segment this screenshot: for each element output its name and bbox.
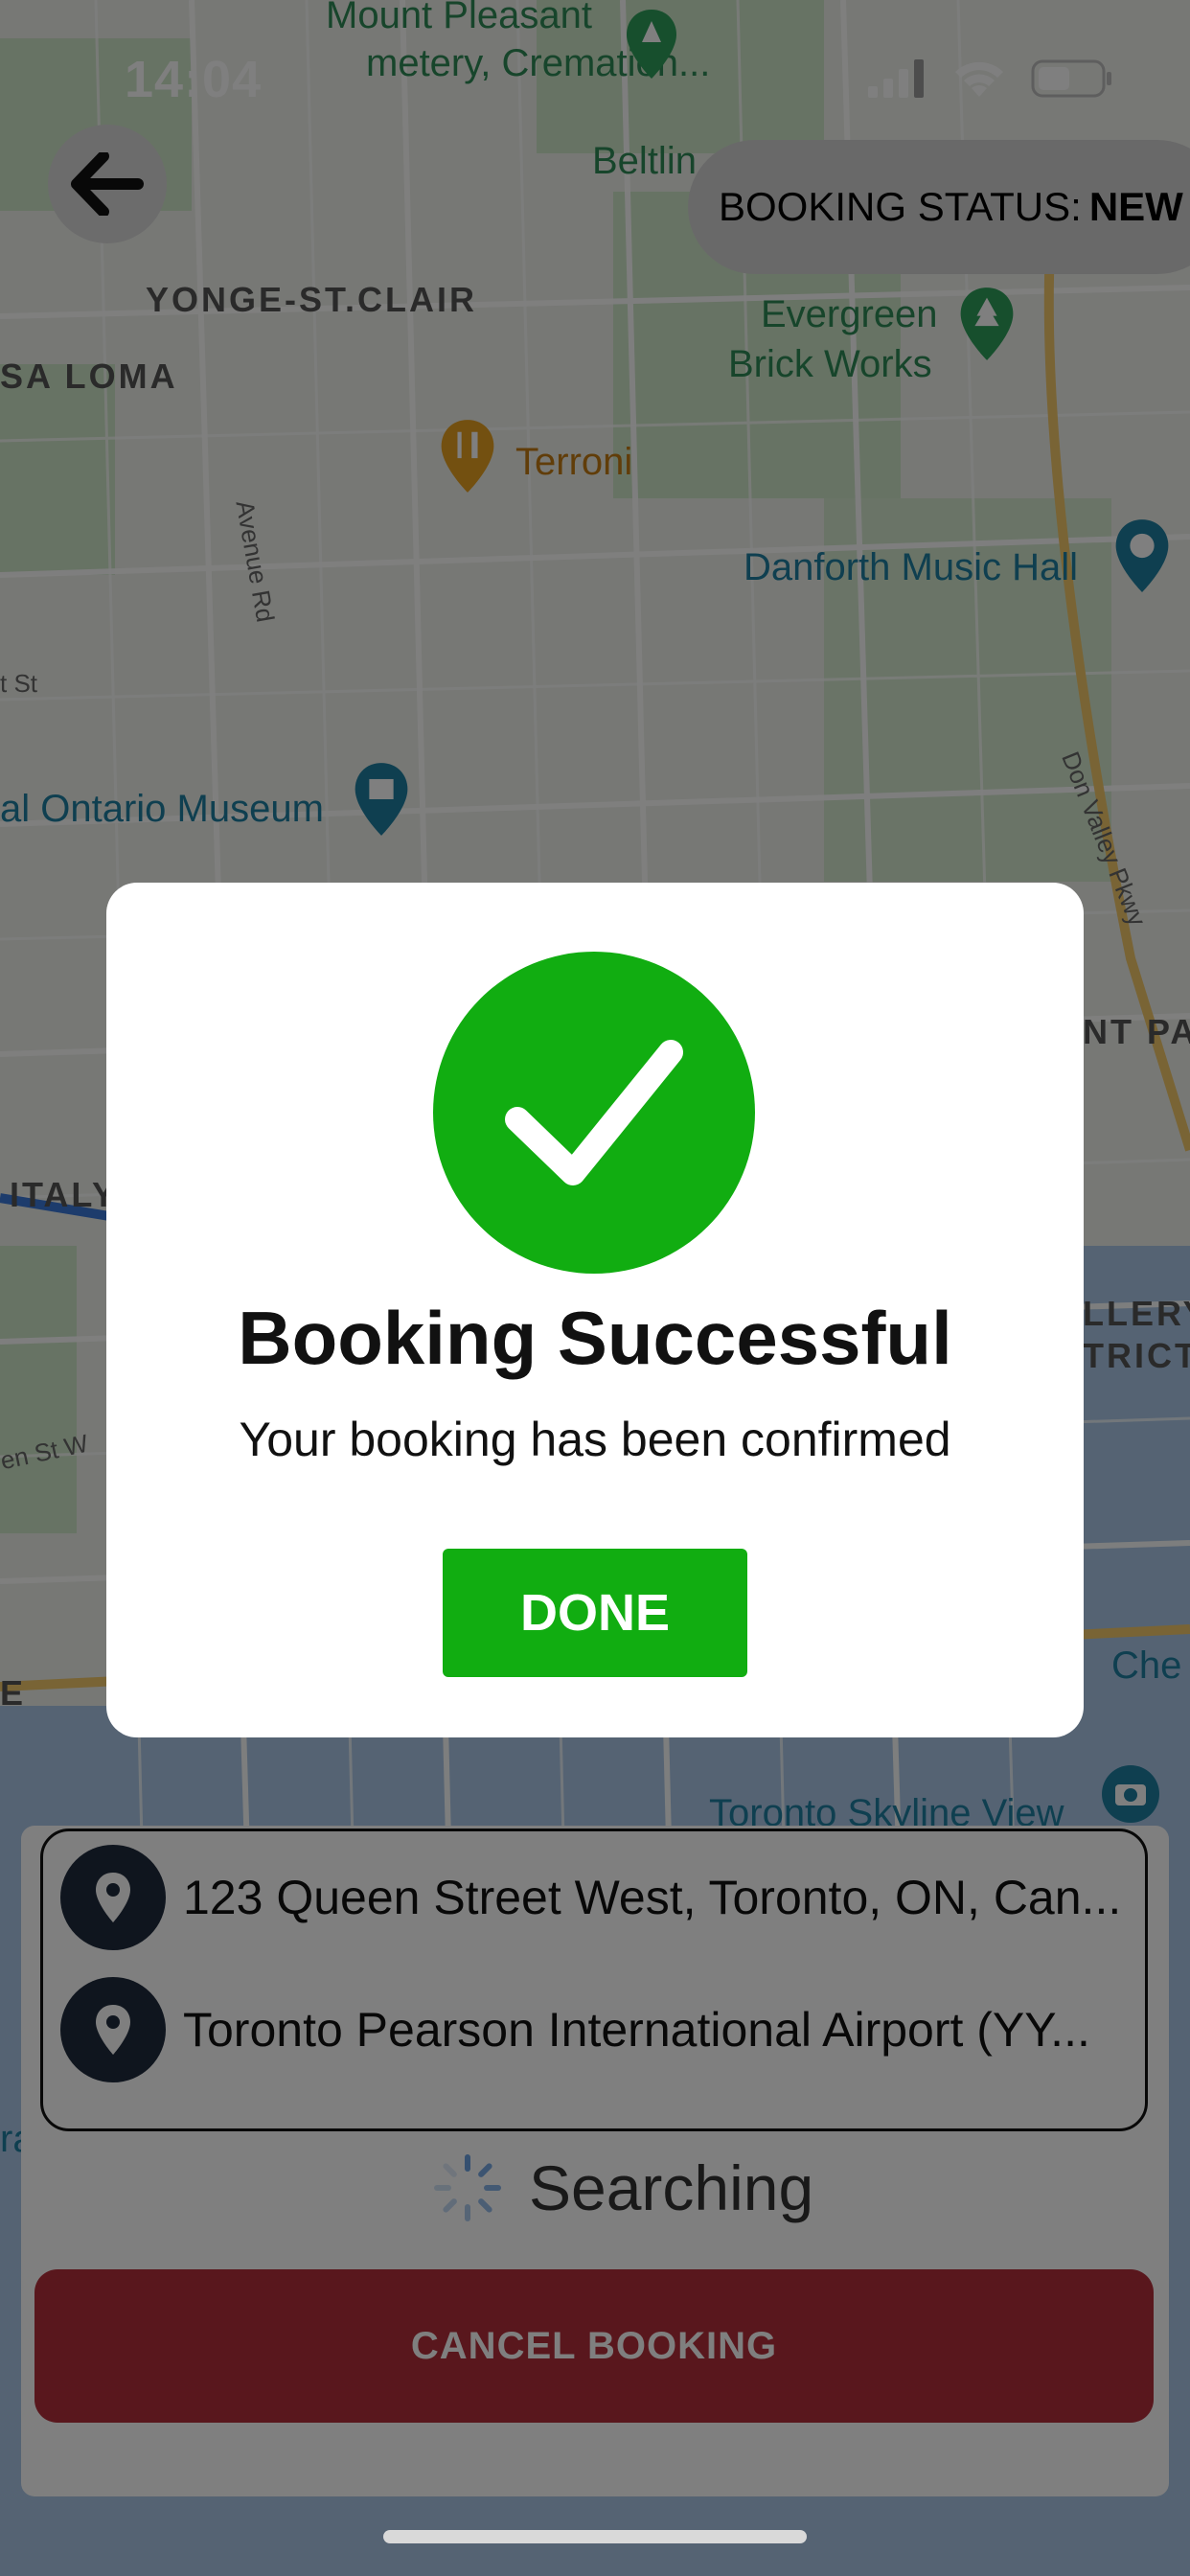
booking-success-dialog: Booking Successful Your booking has been… — [106, 883, 1084, 1737]
checkmark-icon — [505, 1040, 683, 1185]
dialog-title: Booking Successful — [238, 1296, 952, 1380]
home-indicator[interactable] — [383, 2530, 807, 2543]
done-button[interactable]: DONE — [443, 1549, 747, 1677]
dialog-subtitle: Your booking has been confirmed — [239, 1413, 951, 1466]
success-check-badge — [433, 952, 755, 1274]
